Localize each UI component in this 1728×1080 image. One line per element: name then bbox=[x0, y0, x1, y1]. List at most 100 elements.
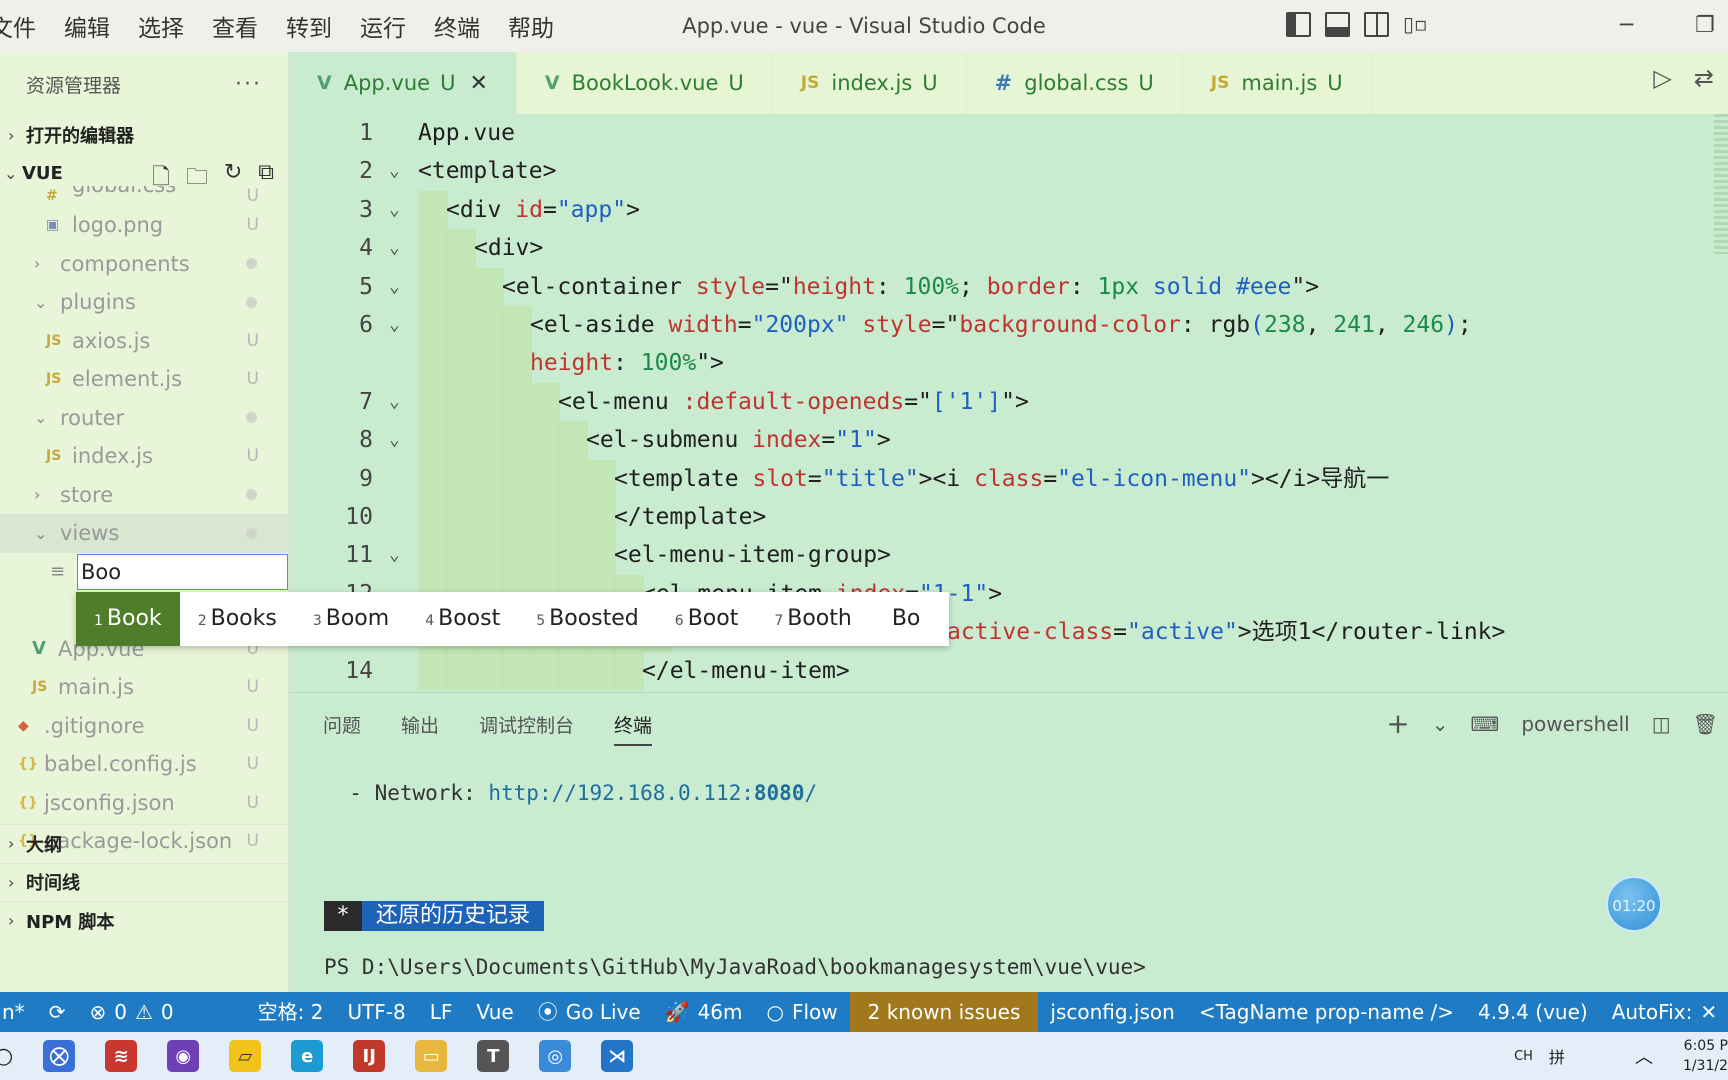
fold-chevron-icon[interactable]: ⌄ bbox=[389, 536, 400, 574]
suggestion-boost[interactable]: 4 Boost bbox=[407, 592, 518, 646]
menu-selection[interactable]: 选择 bbox=[124, 9, 198, 43]
tree-item-global-css[interactable]: # global.css U bbox=[0, 186, 289, 206]
menu-view[interactable]: 查看 bbox=[198, 9, 272, 43]
autofix-indicator[interactable]: AutoFix: ✕ bbox=[1600, 992, 1728, 1032]
sync-icon[interactable]: ⟳ bbox=[37, 992, 78, 1032]
menu-edit[interactable]: 编辑 bbox=[50, 9, 124, 43]
suggestion-boom[interactable]: 3 Boom bbox=[295, 592, 407, 646]
tree-item-router[interactable]: ⌄ router bbox=[0, 399, 289, 438]
ts-version[interactable]: 4.9.4 (vue) bbox=[1466, 992, 1600, 1032]
customize-layout-icon[interactable] bbox=[1403, 12, 1428, 37]
network-url-tail[interactable]: / bbox=[804, 781, 817, 805]
tree-item-plugins[interactable]: ⌄ plugins bbox=[0, 283, 289, 322]
tree-item-store[interactable]: › store bbox=[0, 476, 289, 515]
shell-name[interactable]: powershell bbox=[1521, 712, 1629, 736]
tag-name-casing[interactable]: <TagName prop-name /> bbox=[1187, 992, 1466, 1032]
people-app-icon[interactable]: ⛒ bbox=[43, 1040, 76, 1072]
menu-help[interactable]: 帮助 bbox=[494, 9, 568, 43]
suggestion-books[interactable]: 2 Books bbox=[180, 592, 295, 646]
fold-chevron-icon[interactable]: ⌄ bbox=[389, 268, 400, 306]
tree-item-views[interactable]: ⌄ views bbox=[0, 514, 289, 553]
tree-item-main-js[interactable]: JS main.js U bbox=[0, 668, 289, 707]
tab-debug-console[interactable]: 调试控制台 bbox=[479, 711, 574, 738]
tab-index-js[interactable]: JS index.js U bbox=[773, 52, 967, 114]
suggestion-book[interactable]: 1 Book bbox=[76, 592, 180, 646]
wakatime-indicator[interactable]: 🚀 46m bbox=[653, 992, 755, 1032]
fold-chevron-icon[interactable]: ⌄ bbox=[389, 152, 400, 190]
intellij-app-icon[interactable]: IJ bbox=[353, 1040, 386, 1072]
tree-item-logo-png[interactable]: ▣ logo.png U bbox=[0, 206, 289, 245]
new-terminal-icon[interactable]: + bbox=[1386, 707, 1409, 740]
tree-item-gitignore[interactable]: ◆ .gitignore U bbox=[0, 707, 289, 746]
network-url[interactable]: http://192.168.0.112: bbox=[488, 781, 754, 805]
tree-item-jsconfig-json[interactable]: {} jsconfig.json U bbox=[0, 784, 289, 823]
flow-indicator[interactable]: ○ Flow bbox=[755, 992, 850, 1032]
tab-global-css[interactable]: # global.css U bbox=[967, 52, 1183, 114]
close-icon[interactable]: ✕ bbox=[469, 71, 487, 96]
fold-chevron-icon[interactable]: ⌄ bbox=[389, 229, 400, 267]
tab-main-js[interactable]: JS main.js U bbox=[1183, 52, 1372, 114]
remote-indicator[interactable]: n* bbox=[0, 992, 37, 1032]
menu-file[interactable]: 文件 bbox=[0, 9, 50, 43]
trash-icon[interactable]: 🗑 bbox=[1693, 712, 1718, 736]
jsconfig-indicator[interactable]: jsconfig.json bbox=[1038, 992, 1186, 1032]
minimize-icon[interactable]: ─ bbox=[1620, 0, 1633, 52]
fold-chevron-icon[interactable]: ⌄ bbox=[389, 306, 400, 344]
toggle-panel-icon[interactable] bbox=[1325, 12, 1350, 37]
toggle-sidebar-icon[interactable] bbox=[1286, 12, 1311, 37]
tree-item-element-js[interactable]: JS element.js U bbox=[0, 360, 289, 399]
suggestion-boot[interactable]: 6 Boot bbox=[657, 592, 757, 646]
github-app-icon[interactable]: ◉ bbox=[167, 1040, 200, 1072]
file-explorer-icon[interactable]: ▭ bbox=[415, 1040, 448, 1072]
run-icon[interactable]: ▷ bbox=[1653, 64, 1671, 92]
menu-terminal[interactable]: 终端 bbox=[420, 9, 494, 43]
chevron-down-icon[interactable]: ⌄ bbox=[1432, 712, 1449, 736]
tab-app-vue[interactable]: V App.vue U ✕ bbox=[289, 52, 517, 114]
tree-item-components[interactable]: › components bbox=[0, 245, 289, 284]
rename-input[interactable] bbox=[77, 553, 288, 590]
tree-item-index-js[interactable]: JS index.js U bbox=[0, 437, 289, 476]
ime-mode[interactable]: 拼 bbox=[1549, 1044, 1565, 1068]
restore-icon[interactable]: ❐ bbox=[1695, 0, 1715, 52]
network-port[interactable]: 8080 bbox=[754, 781, 805, 805]
npm-scripts-section[interactable]: › NPM 脚本 bbox=[0, 901, 289, 940]
outline-section[interactable]: › 大纲 bbox=[0, 824, 289, 863]
tab-terminal[interactable]: 终端 bbox=[614, 711, 653, 746]
chevron-up-icon[interactable]: ︿ bbox=[1635, 1043, 1653, 1069]
recording-timer[interactable]: 01:20 bbox=[1606, 876, 1662, 932]
tree-item-axios-js[interactable]: JS axios.js U bbox=[0, 322, 289, 361]
menu-run[interactable]: 运行 bbox=[346, 9, 420, 43]
split-terminal-icon[interactable]: ◫ bbox=[1652, 712, 1671, 736]
more-actions-icon[interactable]: ··· bbox=[235, 72, 262, 97]
end-of-line[interactable]: LF bbox=[418, 992, 465, 1032]
fold-chevron-icon[interactable]: ⌄ bbox=[389, 421, 400, 459]
problems-indicator[interactable]: ⊗ 0 ⚠ 0 bbox=[77, 992, 185, 1032]
fold-chevron-icon[interactable]: ⌄ bbox=[389, 191, 400, 229]
menu-go[interactable]: 转到 bbox=[272, 9, 346, 43]
redis-app-icon[interactable]: ≋ bbox=[105, 1040, 138, 1072]
close-icon[interactable]: ✕ bbox=[1700, 992, 1717, 1032]
compare-changes-icon[interactable]: ⇄ bbox=[1694, 64, 1714, 92]
suggestion-booth[interactable]: 7 Booth bbox=[756, 592, 870, 646]
sticky-notes-icon[interactable]: ▱ bbox=[229, 1040, 262, 1072]
tab-problems[interactable]: 问题 bbox=[323, 711, 361, 738]
language-mode[interactable]: Vue bbox=[464, 992, 525, 1032]
suggestion-boosted[interactable]: 5 Boosted bbox=[518, 592, 657, 646]
chrome-browser-icon[interactable]: ◎ bbox=[539, 1040, 572, 1072]
toggle-secondary-sidebar-icon[interactable] bbox=[1364, 12, 1389, 37]
terminal-prompt[interactable]: PS D:\Users\Documents\GitHub\MyJavaRoad\… bbox=[324, 955, 1146, 979]
tab-booklook-vue[interactable]: V BookLook.vue U bbox=[517, 52, 773, 114]
typora-app-icon[interactable]: T bbox=[477, 1040, 510, 1072]
encoding[interactable]: UTF-8 bbox=[335, 992, 417, 1032]
ime-language[interactable]: CH bbox=[1514, 1049, 1533, 1064]
go-live-button[interactable]: ⦿ Go Live bbox=[526, 992, 653, 1032]
tab-output[interactable]: 输出 bbox=[401, 711, 439, 738]
indentation[interactable]: 空格: 2 bbox=[246, 992, 336, 1032]
tree-item-babel-config-js[interactable]: {} babel.config.js U bbox=[0, 745, 289, 784]
fold-chevron-icon[interactable]: ⌄ bbox=[389, 383, 400, 421]
search-icon[interactable]: ○ bbox=[0, 1044, 13, 1069]
edge-browser-icon[interactable]: e bbox=[291, 1040, 324, 1072]
suggestion-bo[interactable]: Bo bbox=[870, 592, 939, 646]
timeline-section[interactable]: › 时间线 bbox=[0, 862, 289, 902]
open-editors-section[interactable]: › 打开的编辑器 bbox=[0, 116, 288, 154]
